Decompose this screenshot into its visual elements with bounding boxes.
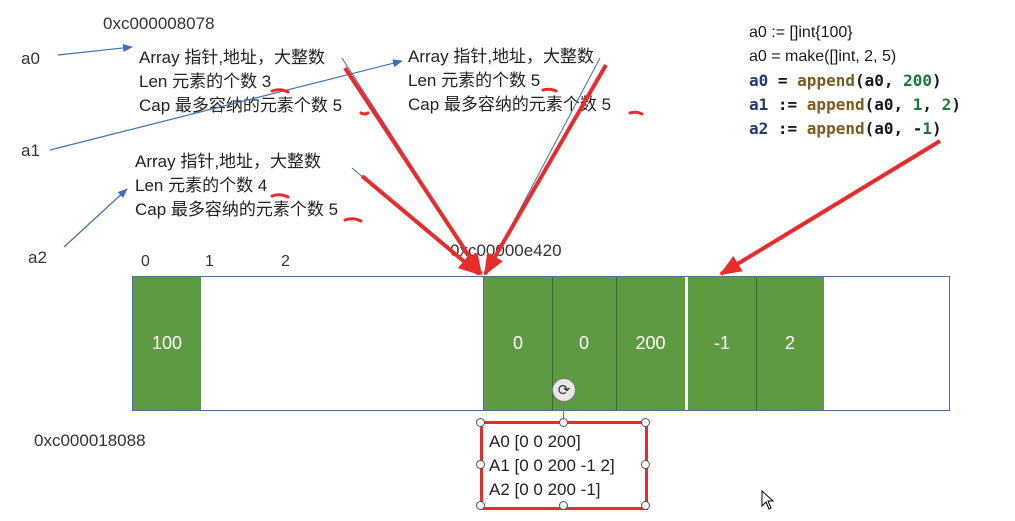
code-line-1: a0 := []int{100} bbox=[749, 24, 853, 41]
header-len-field: Len 元素的个数 3 bbox=[139, 72, 272, 91]
code-func: append bbox=[797, 71, 855, 90]
array-cell: 200 bbox=[616, 277, 685, 410]
handwritten-underline bbox=[628, 110, 644, 116]
resize-handle[interactable] bbox=[641, 501, 650, 510]
cell-divider bbox=[616, 277, 617, 410]
handwritten-underline bbox=[359, 111, 370, 116]
code-line-3: a0 = append(a0, 200) bbox=[749, 71, 942, 90]
resize-handle[interactable] bbox=[476, 418, 485, 427]
pointer-arrow-a2 bbox=[63, 188, 128, 248]
header-cap-field: Cap 最多容纳的元素个数 5 bbox=[408, 95, 612, 114]
backing-array-1: 100 bbox=[132, 276, 485, 411]
address-label-bottom: 0xc000018088 bbox=[34, 431, 146, 450]
handwritten-underline bbox=[343, 217, 363, 223]
code-line-4: a1 := append(a0, 1, 2) bbox=[749, 95, 961, 114]
pointer-arrow-a0 bbox=[57, 43, 133, 56]
variable-label-a0: a0 bbox=[21, 49, 40, 68]
output-line-a1: A1 [0 0 200 -1 2] bbox=[489, 456, 615, 475]
index-label-1: 1 bbox=[205, 253, 214, 270]
array-cell: 100 bbox=[133, 277, 201, 410]
code-func: append bbox=[806, 95, 865, 114]
variable-label-a2: a2 bbox=[28, 248, 47, 267]
slice-header-a2: Array 指针,地址，大整数 Len 元素的个数 4 Cap 最多容纳的元素个… bbox=[135, 150, 338, 222]
slice-header-a1: Array 指针,地址，大整数 Len 元素的个数 5 Cap 最多容纳的元素个… bbox=[408, 45, 611, 117]
address-label-top: 0xc000008078 bbox=[103, 14, 215, 33]
rotate-icon[interactable]: ⟳ bbox=[552, 378, 576, 402]
code-num: 1 bbox=[922, 119, 933, 138]
output-textbox[interactable]: A0 [0 0 200] A1 [0 0 200 -1 2] A2 [0 0 2… bbox=[480, 421, 648, 510]
cell-divider bbox=[756, 277, 757, 410]
code-num: 200 bbox=[903, 71, 933, 90]
header-cap-field: Cap 最多容纳的元素个数 5 bbox=[139, 96, 343, 115]
resize-handle[interactable] bbox=[559, 501, 568, 510]
header-array-field: Array 指针,地址，大整数 bbox=[139, 48, 326, 67]
header-cap-field: Cap 最多容纳的元素个数 5 bbox=[135, 200, 339, 219]
code-num: 1 bbox=[912, 95, 923, 114]
code-var: a0 bbox=[749, 71, 769, 90]
header-array-field: Array 指针,地址，大整数 bbox=[408, 47, 595, 66]
code-num: 2 bbox=[941, 95, 952, 114]
output-lines: A0 [0 0 200] A1 [0 0 200 -1 2] A2 [0 0 2… bbox=[489, 430, 615, 502]
output-line-a2: A2 [0 0 200 -1] bbox=[489, 480, 601, 499]
resize-handle[interactable] bbox=[641, 460, 650, 469]
array-cell: -1 bbox=[688, 277, 756, 410]
code-var: a2 bbox=[749, 119, 769, 138]
resize-handle[interactable] bbox=[641, 418, 650, 427]
variable-label-a1: a1 bbox=[21, 141, 40, 160]
array-cell: 2 bbox=[756, 277, 824, 410]
header-array-field: Array 指针,地址，大整数 bbox=[135, 152, 322, 171]
header-len-field: Len 元素的个数 5 bbox=[408, 71, 541, 90]
resize-handle[interactable] bbox=[476, 460, 485, 469]
resize-handle[interactable] bbox=[476, 501, 485, 510]
index-label-0: 0 bbox=[141, 253, 150, 270]
code-var: a1 bbox=[749, 95, 769, 114]
slice-header-a0: Array 指针,地址，大整数 Len 元素的个数 3 Cap 最多容纳的元素个… bbox=[139, 46, 342, 118]
mouse-cursor-icon bbox=[761, 490, 775, 510]
red-arrow-code bbox=[719, 139, 942, 276]
header-len-field: Len 元素的个数 4 bbox=[135, 176, 268, 195]
code-line-5: a2 := append(a0, -1) bbox=[749, 119, 942, 138]
array-cell: 0 bbox=[484, 277, 552, 410]
index-label-2: 2 bbox=[281, 253, 290, 270]
address-label-array2: 0xc00000e420 bbox=[450, 241, 562, 260]
code-line-2: a0 = make([]int, 2, 5) bbox=[749, 48, 897, 65]
code-func: append bbox=[806, 119, 865, 138]
code-block: a0 := []int{100} a0 = make([]int, 2, 5) … bbox=[749, 21, 961, 141]
output-line-a0: A0 [0 0 200] bbox=[489, 432, 581, 451]
